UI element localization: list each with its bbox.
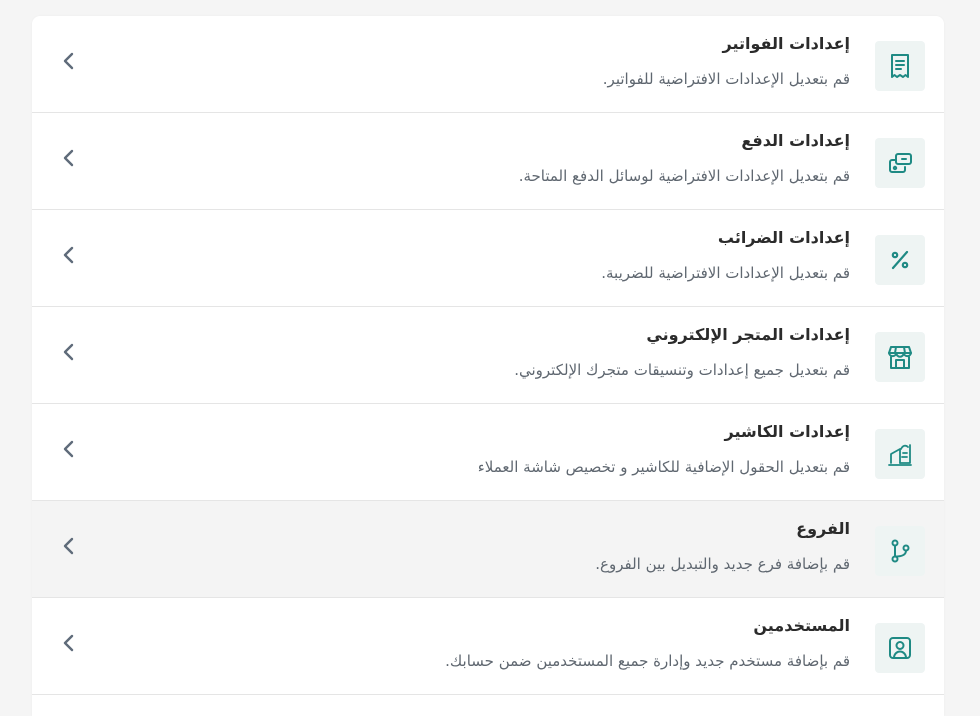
chevron-left-icon — [58, 437, 80, 461]
chevron-left-icon — [58, 49, 80, 73]
chevron-left-icon — [58, 243, 80, 267]
settings-item-title: إعدادات الضرائب — [717, 228, 850, 247]
chevron-left-icon — [58, 631, 80, 655]
chevron-left-icon — [58, 340, 80, 364]
settings-item-description: قم بتعديل الحقول الإضافية للكاشير و تخصي… — [477, 458, 850, 476]
settings-item-description: قم بتعديل الإعدادات الافتراضية لوسائل ال… — [518, 167, 850, 185]
receipt-icon — [875, 41, 925, 91]
settings-item-title: إعدادات الدفع — [741, 131, 850, 150]
settings-item-title: الفروع — [796, 519, 850, 538]
settings-item-invoices[interactable]: إعدادات الفواتير قم بتعديل الإعدادات الا… — [32, 16, 944, 113]
settings-item-title: إعدادات الكاشير — [724, 422, 850, 441]
settings-item-description: قم بتعديل الإعدادات الافتراضية للضريبة. — [601, 264, 850, 282]
chevron-left-icon — [58, 146, 80, 170]
store-icon — [875, 332, 925, 382]
payment-icon — [875, 138, 925, 188]
settings-item-description: قم بإضافة مستخدم جديد وإدارة جميع المستخ… — [445, 652, 850, 670]
settings-item-taxes[interactable]: إعدادات الضرائب قم بتعديل الإعدادات الاف… — [32, 210, 944, 307]
settings-item-description: قم بتعديل جميع إعدادات وتنسيقات متجرك ال… — [514, 361, 850, 379]
percent-icon — [875, 235, 925, 285]
branch-icon — [875, 526, 925, 576]
settings-item-online-store[interactable]: إعدادات المتجر الإلكتروني قم بتعديل جميع… — [32, 307, 944, 404]
settings-item-description: قم بتعديل الإعدادات الافتراضية للفواتير. — [602, 70, 850, 88]
settings-item-cashier[interactable]: إعدادات الكاشير قم بتعديل الحقول الإضافي… — [32, 404, 944, 501]
settings-item-payment[interactable]: إعدادات الدفع قم بتعديل الإعدادات الافتر… — [32, 113, 944, 210]
settings-list: إعدادات الفواتير قم بتعديل الإعدادات الا… — [32, 16, 944, 716]
settings-item-title: إعدادات المتجر الإلكتروني — [646, 325, 850, 344]
user-icon — [875, 623, 925, 673]
settings-item-description: قم بإضافة فرع جديد والتبديل بين الفروع. — [595, 555, 850, 573]
chevron-left-icon — [58, 534, 80, 558]
settings-item-title: إعدادات الفواتير — [722, 34, 851, 53]
cash-register-icon — [875, 429, 925, 479]
settings-item-title: المستخدمين — [753, 616, 850, 635]
settings-item-users[interactable]: المستخدمين قم بإضافة مستخدم جديد وإدارة … — [32, 598, 944, 695]
settings-item-branches[interactable]: الفروع قم بإضافة فرع جديد والتبديل بين ا… — [32, 501, 944, 598]
